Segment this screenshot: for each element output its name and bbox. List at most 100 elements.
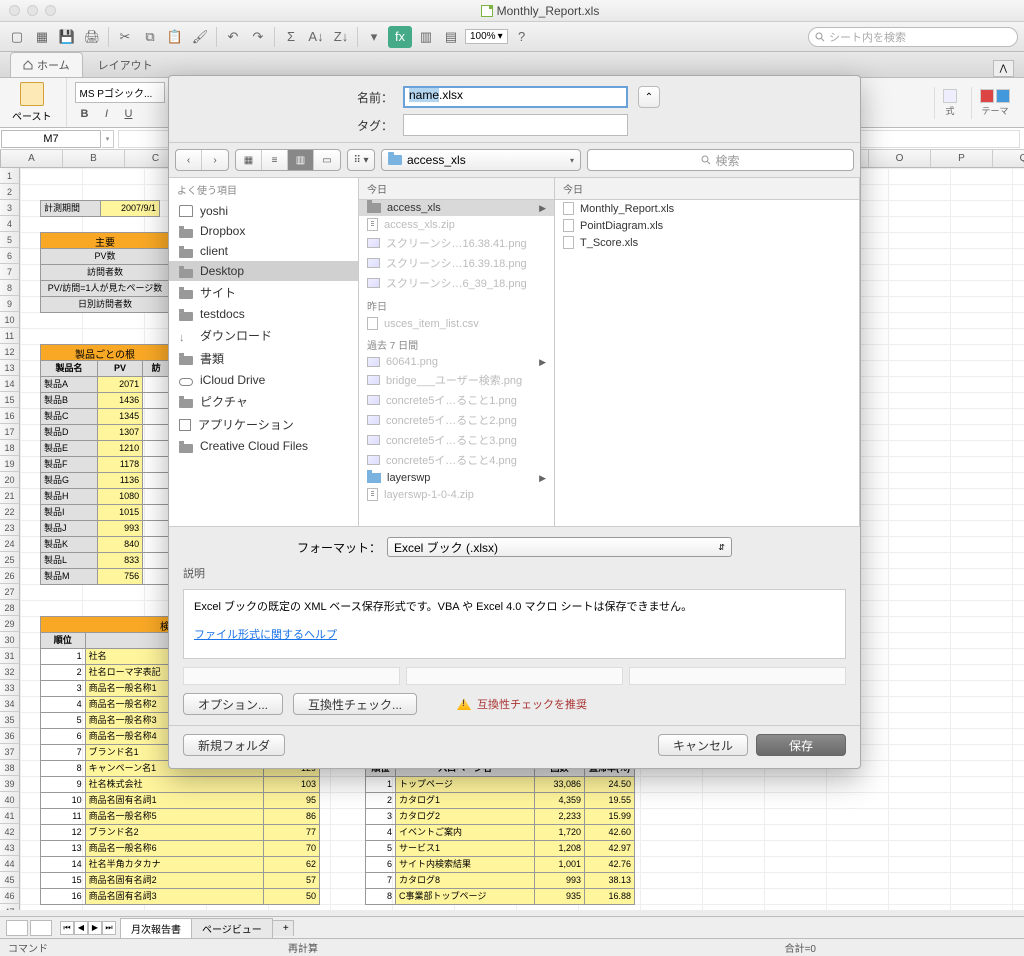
row-head[interactable]: 44 [0,856,20,872]
file-item[interactable]: スクリーンシ…16.39.18.png [359,253,554,273]
row-head[interactable]: 21 [0,488,20,504]
sidebar-item[interactable]: ピクチャ [169,390,358,413]
save-button[interactable]: 保存 [756,734,846,756]
row-head[interactable]: 28 [0,600,20,616]
sidebar-item[interactable]: アプリケーション [169,413,358,436]
sidebar-item[interactable]: testdocs [169,304,358,324]
sort-asc-icon[interactable]: A↓ [305,26,327,48]
row-head[interactable]: 20 [0,472,20,488]
format-painter-icon[interactable]: 🖌 [189,26,211,48]
row-head[interactable]: 26 [0,568,20,584]
row-head[interactable]: 35 [0,712,20,728]
file-item[interactable]: concrete5イ…ること2.png [359,410,554,430]
row-head[interactable]: 41 [0,808,20,824]
row-head[interactable]: 14 [0,376,20,392]
row-head[interactable]: 24 [0,536,20,552]
undo-icon[interactable]: ↶ [222,26,244,48]
row-head[interactable]: 29 [0,616,20,632]
italic-button[interactable]: I [97,105,117,123]
compat-check-button[interactable]: 互換性チェック... [293,693,417,715]
sheet-search-input[interactable]: シート内を検索 [808,27,1018,47]
cell-reference-box[interactable]: M7 [1,130,101,148]
file-item[interactable]: access_xls.zip [359,216,554,233]
save-icon[interactable]: 💾 [56,26,78,48]
row-head[interactable]: 23 [0,520,20,536]
sort-desc-icon[interactable]: Z↓ [330,26,352,48]
copy-icon[interactable]: ⧉ [139,26,161,48]
file-item[interactable]: Monthly_Report.xls [555,200,859,217]
sidebar-item[interactable]: サイト [169,281,358,304]
row-head[interactable]: 43 [0,840,20,856]
row-head[interactable]: 32 [0,664,20,680]
row-head[interactable]: 46 [0,888,20,904]
review-icon[interactable]: ▤ [440,26,462,48]
options-button[interactable]: オプション... [183,693,283,715]
sidebar-item[interactable]: 書類 [169,347,358,370]
sheet-tab-add[interactable]: + [272,920,294,936]
ribbon-collapse-icon[interactable]: ⋀ [993,60,1014,77]
paste-button[interactable]: ペースト [6,80,58,125]
row-head[interactable]: 22 [0,504,20,520]
row-head[interactable]: 17 [0,424,20,440]
filename-input[interactable]: name.xlsx [403,86,628,108]
file-item[interactable]: access_xls▶ [359,200,554,216]
print-icon[interactable]: 🖨 [81,26,103,48]
file-item[interactable]: concrete5イ…ること4.png [359,450,554,470]
file-item[interactable]: layerswp▶ [359,470,554,486]
row-head[interactable]: 42 [0,824,20,840]
open-icon[interactable]: ▦ [31,26,53,48]
row-head[interactable]: 16 [0,408,20,424]
row-head[interactable]: 2 [0,184,20,200]
row-head[interactable]: 33 [0,680,20,696]
format-select[interactable]: Excel ブック (.xlsx)⇵ [387,537,732,557]
sidebar-item[interactable]: Desktop [169,261,358,281]
tag-input[interactable] [403,114,628,136]
sidebar-item[interactable]: yoshi [169,201,358,221]
bold-button[interactable]: B [75,105,95,123]
window-traffic-lights[interactable] [0,5,56,16]
sheet-nav-arrows[interactable]: ⏮◀▶⏭ [60,921,116,935]
tab-layout[interactable]: レイアウト [85,52,166,77]
ref-dropdown-icon[interactable]: ▾ [102,130,114,148]
row-head[interactable]: 38 [0,760,20,776]
row-head[interactable]: 11 [0,328,20,344]
row-head[interactable]: 30 [0,632,20,648]
row-head[interactable]: 3 [0,200,20,216]
row-head[interactable]: 6 [0,248,20,264]
file-item[interactable]: concrete5イ…ること1.png [359,390,554,410]
sidebar-item[interactable]: ダウンロード [169,324,358,347]
help-icon[interactable]: ? [511,26,533,48]
underline-button[interactable]: U [119,105,139,123]
sheet-tab-0[interactable]: 月次報告書 [120,918,192,938]
nav-back-forward[interactable]: ‹› [175,149,229,171]
row-head[interactable]: 15 [0,392,20,408]
sidebar-item[interactable]: Dropbox [169,221,358,241]
sidebar-item[interactable]: Creative Cloud Files [169,436,358,456]
row-head[interactable]: 36 [0,728,20,744]
file-item[interactable]: usces_item_list.csv [359,315,554,332]
file-item[interactable]: スクリーンシ…6_39_18.png [359,273,554,293]
column-head[interactable]: Q [993,150,1024,167]
row-head[interactable]: 9 [0,296,20,312]
row-head[interactable]: 18 [0,440,20,456]
row-head[interactable]: 4 [0,216,20,232]
row-head[interactable]: 8 [0,280,20,296]
autosum-icon[interactable]: Σ [280,26,302,48]
cut-icon[interactable]: ✂ [114,26,136,48]
column-head[interactable]: O [869,150,931,167]
tab-home[interactable]: ホーム [10,52,83,77]
new-file-icon[interactable]: ▢ [6,26,28,48]
help-link[interactable]: ファイル形式に関するヘルプ [194,629,337,641]
row-head[interactable]: 31 [0,648,20,664]
fx-icon[interactable]: fx [388,26,412,48]
row-head[interactable]: 45 [0,872,20,888]
collapse-dialog-button[interactable]: ⌃ [638,86,660,108]
chart-icon[interactable]: ▥ [415,26,437,48]
row-head[interactable]: 47 [0,904,20,910]
browser-search-input[interactable]: 検索 [587,149,854,171]
view-normal-icon[interactable] [6,920,28,936]
row-head[interactable]: 37 [0,744,20,760]
row-head[interactable]: 40 [0,792,20,808]
file-item[interactable]: T_Score.xls [555,234,859,251]
view-mode-segmented[interactable]: ▦≡▥▭ [235,149,341,171]
